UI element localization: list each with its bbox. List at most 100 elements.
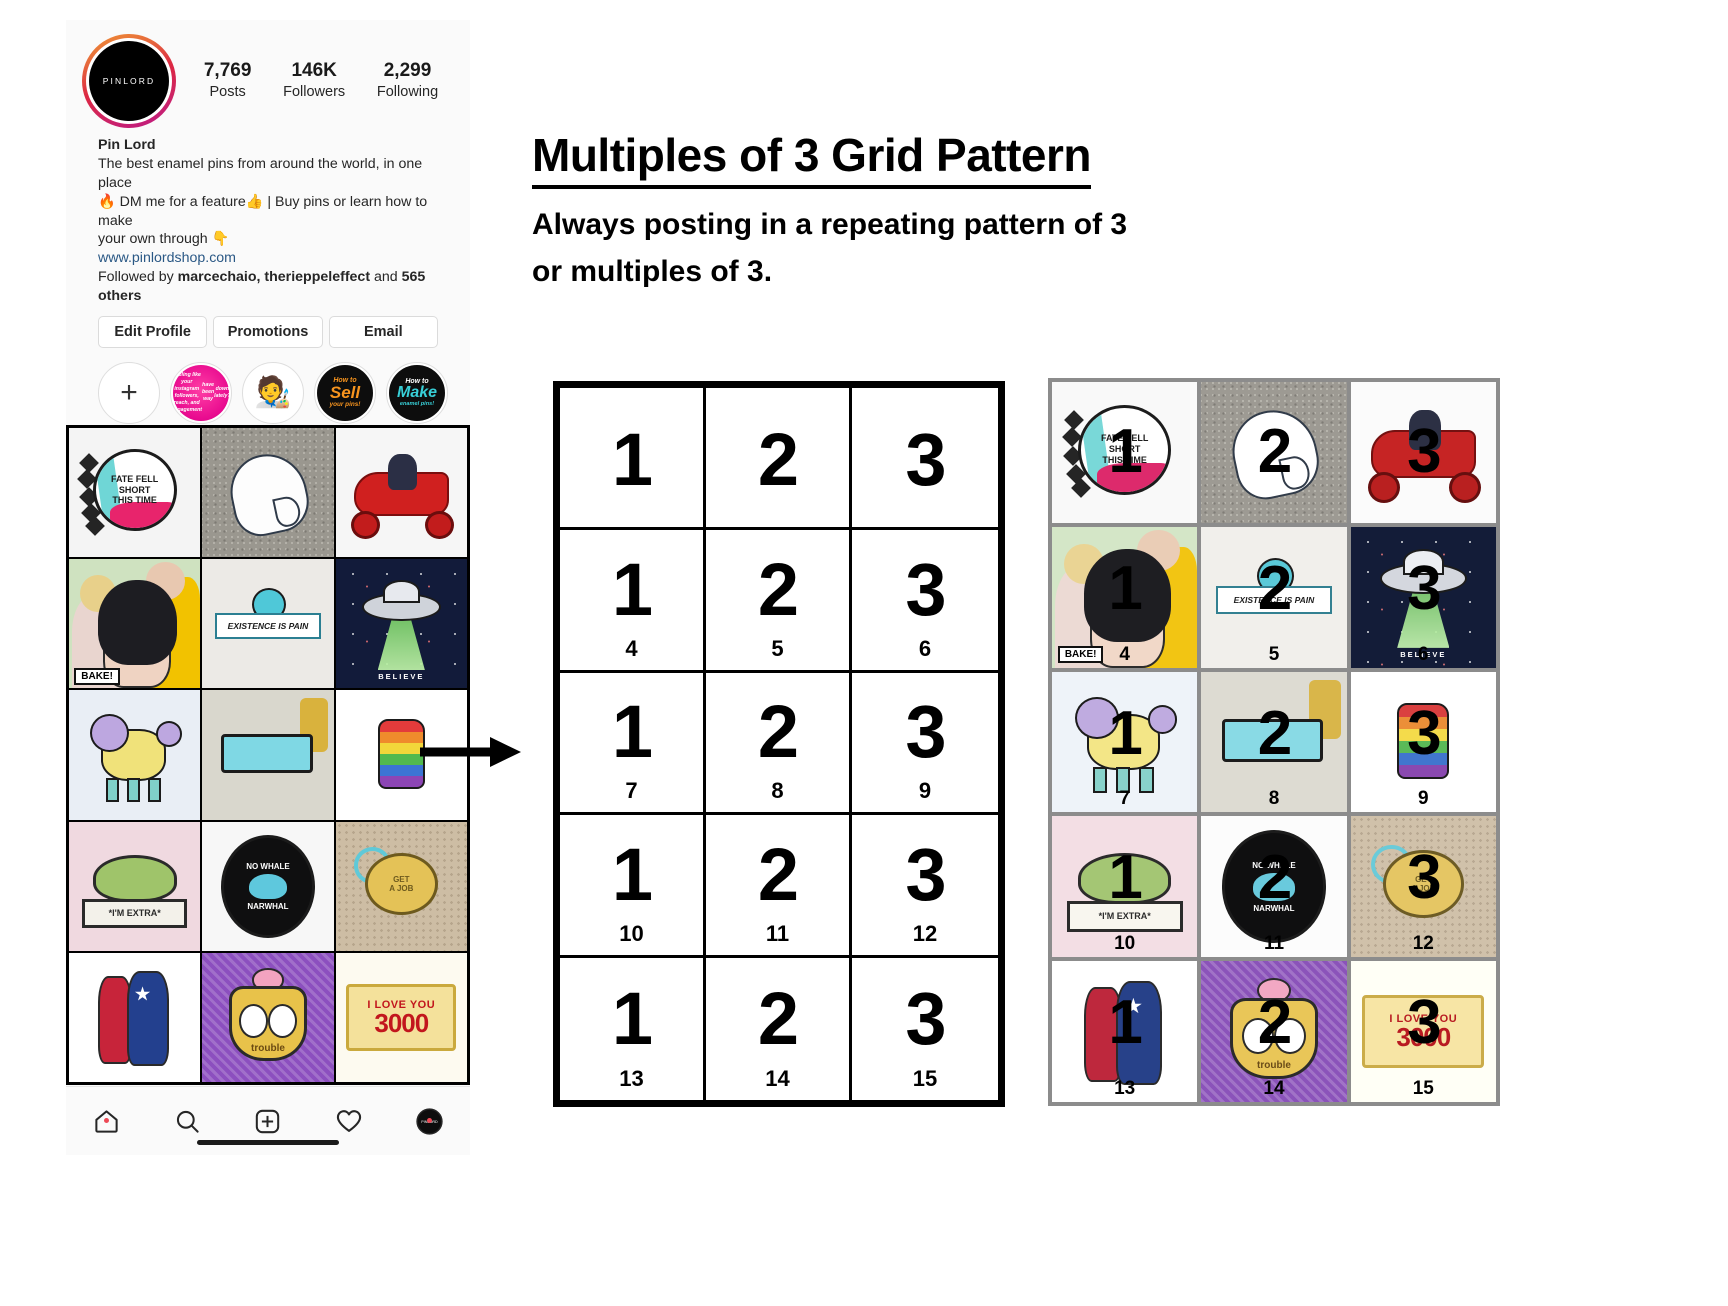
post-thumb-12[interactable]: GET A JOB <box>335 821 467 951</box>
grid-cell-15: 3 15 <box>852 958 998 1100</box>
overlay-cell-8: 28 <box>1201 671 1347 813</box>
promotions-button[interactable]: Promotions <box>213 315 323 348</box>
grid-cell-sub-number: 4 <box>625 635 638 661</box>
overlay-big-number: 2 <box>1257 843 1293 913</box>
stat-followers[interactable]: 146K Followers <box>283 60 345 102</box>
grid-cell-4: 14 <box>560 530 706 673</box>
overlay-big-number: 1 <box>1108 698 1143 768</box>
grid-cell-sub-number: 5 <box>771 635 784 661</box>
post-thumb-14[interactable]: trouble <box>202 952 334 1082</box>
nav-profile[interactable]: PINLORD <box>389 1107 470 1135</box>
stat-posts[interactable]: 7,769 Posts <box>204 60 252 102</box>
overlay-cell-6: BELIEVE 3 6 <box>1350 526 1496 668</box>
overlay-sub-number: 7 <box>1119 788 1130 810</box>
nav-home[interactable] <box>66 1108 147 1135</box>
grid-cell-big-number: 2 <box>757 548 799 632</box>
grid-cell-big-number: 1 <box>611 548 653 632</box>
post-thumb-7[interactable] <box>69 690 201 820</box>
make-text-2: Make <box>396 384 438 402</box>
post-thumb-11[interactable]: NO WHALE NARWHAL <box>202 821 334 951</box>
numbered-pattern-grid: 1 2 3 1 4 2 5 3 6 1 7 2 8 3 9 1 10 2 11 3 12 1 13 2 14 3 15 <box>553 381 1005 1107</box>
overlay-cell-9: 39 <box>1350 671 1496 813</box>
make-text-3: enamel pins! <box>399 401 435 408</box>
profile-action-buttons: Edit Profile Promotions Email <box>82 306 454 348</box>
grid-cell-sub-number: 8 <box>771 778 784 804</box>
grow-text-3: down lately? <box>214 385 231 399</box>
grid-cell-3: 3 <box>852 388 998 531</box>
grid-cell-big-number: 2 <box>757 690 799 774</box>
grid-cell-big-number: 1 <box>611 976 653 1060</box>
grid-cell-2: 2 <box>706 388 852 531</box>
grid-cell-big-number: 3 <box>905 417 946 501</box>
posts-count: 7,769 <box>203 60 252 82</box>
grid-cell-big-number: 2 <box>757 976 799 1060</box>
sell-text-2: Sell <box>329 383 361 403</box>
nav-search[interactable] <box>147 1108 228 1135</box>
email-button[interactable]: Email <box>328 315 438 348</box>
overlay-big-number: 2 <box>1257 417 1293 487</box>
grid-cell-sub-number: 14 <box>765 1065 790 1091</box>
subtitle-line-1: Always posting in a repeating pattern of… <box>532 208 1128 241</box>
post-thumb-4[interactable]: BAKE! <box>69 559 201 689</box>
overlay-big-number: 3 <box>1407 988 1442 1058</box>
post-thumb-3[interactable] <box>335 428 467 558</box>
profile-stats: 7,769 Posts 146K Followers 2,299 Followi… <box>176 60 454 102</box>
following-count: 2,299 <box>383 60 432 82</box>
grow-text-2: have been way <box>202 382 215 403</box>
grid-cell-9: 39 <box>852 673 998 816</box>
overlay-big-number: 3 <box>1407 843 1442 913</box>
overlay-cell-12: GET A JOB 3 12 <box>1350 816 1496 958</box>
overlay-big-number: 1 <box>1108 553 1143 623</box>
overlay-cell-15: I LOVE YOU 3000 3 15 <box>1350 961 1496 1102</box>
grid-cell-big-number: 1 <box>611 417 653 501</box>
overlay-cell-5: EXISTENCE IS PAIN 2 5 <box>1201 526 1347 668</box>
overlay-cell-1: FATE FELL SHORT THIS TIME 1 <box>1052 382 1198 523</box>
overlay-big-number: 1 <box>1108 843 1143 913</box>
post-thumb-5[interactable]: EXISTENCE IS PAIN <box>202 559 334 689</box>
overlay-sub-number: 10 <box>1114 933 1136 955</box>
arrow-right-icon <box>420 737 521 767</box>
grid-cell-13: 1 13 <box>560 957 706 1100</box>
post-thumb-10[interactable]: *I'M EXTRA* <box>69 821 201 951</box>
page-title: Multiples of 3 Grid Pattern <box>532 128 1092 189</box>
grid-cell-big-number: 2 <box>757 832 799 916</box>
bio-line-1: The best enamel pins from around the wor… <box>98 155 423 191</box>
stat-following[interactable]: 2,299 Following <box>377 60 438 102</box>
overlay-big-number: 3 <box>1407 698 1442 768</box>
overlay-big-number: 1 <box>1108 988 1143 1058</box>
overlay-cell-10: *I'M EXTRA* 1 10 <box>1052 816 1198 958</box>
posts-label: Posts <box>209 83 246 100</box>
post-thumb-15[interactable]: I LOVE YOU 3000 <box>335 952 467 1082</box>
post-thumb-13[interactable] <box>69 952 201 1082</box>
grid-cell-1: 1 <box>560 388 706 531</box>
grid-cell-sub-number: 13 <box>619 1065 644 1091</box>
overlay-cell-4: BAKE! 1 4 <box>1052 526 1198 668</box>
grid-cell-8: 28 <box>706 672 852 816</box>
post-thumb-6[interactable]: BELIEVE <box>335 559 467 689</box>
bio-website-link[interactable]: www.pinlordshop.com <box>98 249 438 268</box>
grid-cell-big-number: 3 <box>905 690 946 774</box>
post-thumb-1[interactable]: FATE FELL SHORT THIS TIME <box>69 428 201 558</box>
grid-cell-sub-number: 15 <box>912 1065 938 1091</box>
edit-profile-button[interactable]: Edit Profile <box>98 315 208 348</box>
following-label: Following <box>376 83 439 100</box>
profile-active-dot <box>427 1117 433 1123</box>
overlay-cell-14: trouble 2 14 <box>1201 961 1347 1102</box>
post-thumb-8[interactable] <box>202 690 334 820</box>
followed-by-names[interactable]: marcechaio, therieppeleffect <box>178 269 370 285</box>
overlay-photo-grid: FATE FELL SHORT THIS TIME 1 2 3 BAKE! 1 4 EXISTEN… <box>1048 378 1500 1106</box>
overlay-sub-number: 11 <box>1263 933 1285 955</box>
grid-cell-big-number: 3 <box>905 548 946 632</box>
nav-new-post[interactable] <box>228 1108 309 1135</box>
grid-cell-big-number: 1 <box>611 690 653 774</box>
overlay-sub-number: 14 <box>1263 1078 1285 1099</box>
sell-text-3: your pins! <box>329 401 361 409</box>
grid-cell-sub-number: 10 <box>619 920 644 946</box>
avatar[interactable]: PINLORD <box>82 34 176 128</box>
overlay-cell-11: NO WHALE NARWHAL 2 11 <box>1201 816 1347 958</box>
followers-count: 146K <box>291 60 337 82</box>
overlay-sub-number: 5 <box>1268 643 1280 665</box>
nav-activity[interactable] <box>308 1107 389 1135</box>
post-thumb-2[interactable] <box>202 428 334 558</box>
overlay-sub-number: 6 <box>1418 643 1429 665</box>
